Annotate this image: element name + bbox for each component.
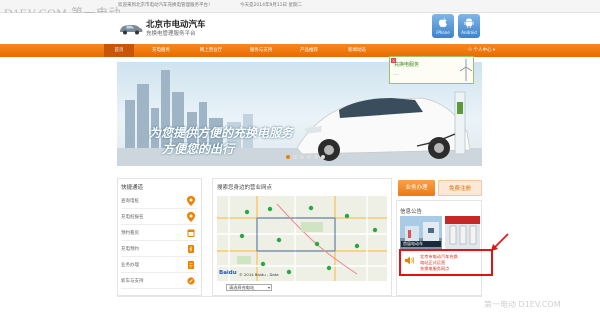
- user-center-label: 个人中心: [473, 48, 492, 53]
- quick-access-title: 快捷通道: [121, 185, 144, 191]
- footer-divider: [117, 296, 482, 297]
- slide-dot[interactable]: [321, 155, 325, 159]
- apple-icon: [438, 17, 447, 28]
- iphone-app-button[interactable]: iPhone: [432, 14, 454, 38]
- banner-subline: 方便您的出行: [162, 142, 235, 156]
- car-logo-icon: [120, 25, 143, 35]
- nav-charging-service[interactable]: 充电服务: [142, 44, 180, 57]
- chevron-down-icon: ▾: [267, 285, 270, 290]
- news-photo-secondary[interactable]: [445, 216, 480, 249]
- map-panel-title: 搜索您身边的营业网点: [217, 185, 273, 191]
- nav-products[interactable]: 产品推荐: [290, 44, 328, 57]
- quick-item-label: 查询电桩: [121, 199, 139, 204]
- android-label: Android: [461, 30, 477, 35]
- wind-turbine-icon: [460, 59, 472, 81]
- charging-plug-icon: [188, 245, 194, 253]
- nav-online-hall[interactable]: 网上营业厅: [190, 44, 232, 57]
- wrench-icon: [187, 277, 195, 285]
- main-nav: 首页 充电服务 网上营业厅 服务与支持 产品推荐 新闻动态 ⚇ 个人中心 ▾: [0, 44, 600, 57]
- quick-item[interactable]: 预约看房: [121, 226, 197, 241]
- header: [0, 13, 600, 44]
- news-photo-caption: 首届电动车: [401, 241, 441, 247]
- site-logo[interactable]: 北京市电动汽车 充换电管理服务平台: [118, 16, 226, 40]
- quick-item-label: 业务办理: [121, 263, 139, 268]
- banner-headline: 为您提供方便的充换电服务: [149, 126, 294, 140]
- floating-ad-line2: ...: [394, 71, 399, 77]
- android-icon: [464, 18, 474, 28]
- highlight-box: [399, 249, 493, 276]
- business-handling-button[interactable]: 业务办理: [398, 180, 435, 196]
- quick-item[interactable]: 业务办理: [121, 258, 197, 273]
- annotation-arrow-icon: [491, 233, 509, 251]
- android-app-button[interactable]: Android: [458, 14, 480, 38]
- slide-dot[interactable]: [307, 155, 311, 159]
- welcome-text: 欢迎来到北京市电动汽车充换电管理服务平台！: [118, 3, 213, 8]
- map-tiles: [217, 196, 387, 281]
- document-icon: [188, 261, 194, 269]
- quick-item[interactable]: 充电预约: [121, 242, 197, 257]
- station-select-value: 请选择充电站: [229, 285, 255, 290]
- station-select[interactable]: 请选择充电站 ▾: [226, 284, 272, 291]
- page: 欢迎来到北京市电动汽车充换电管理服务平台！ 今天是2014年9月11日 星期二 …: [0, 0, 600, 317]
- quick-item[interactable]: 充电桩报名: [121, 210, 197, 225]
- slide-dot[interactable]: [293, 155, 297, 159]
- station-map[interactable]: Baidu © 2014 Baidu - Data: [217, 196, 387, 281]
- map-pin-icon: [187, 212, 195, 222]
- news-title: 信息公告: [400, 209, 423, 215]
- nav-service-support[interactable]: 服务与支持: [240, 44, 282, 57]
- quick-item-label: 充电桩报名: [121, 215, 144, 220]
- floating-ad[interactable]: × 充换电服务 ...: [389, 56, 474, 84]
- map-copyright: © 2014 Baidu - Data: [239, 272, 279, 277]
- date-text: 今天是2014年9月11日 星期二: [240, 3, 302, 8]
- map-pin-icon: [187, 196, 195, 206]
- quick-item[interactable]: 新车与支持: [121, 274, 197, 289]
- watermark-bottom-right: 第一电动 D1EV.COM: [484, 300, 561, 309]
- nav-news[interactable]: 新闻动态: [338, 44, 376, 57]
- iphone-label: iPhone: [436, 30, 450, 35]
- chevron-down-icon: ▾: [491, 48, 496, 53]
- free-register-button[interactable]: 免费注册: [438, 180, 482, 196]
- station-photo-image: [445, 216, 480, 249]
- nav-home[interactable]: 首页: [104, 44, 134, 57]
- floating-ad-line1: 充换电服务: [394, 62, 420, 68]
- quick-item-label: 充电预约: [121, 247, 139, 252]
- slide-dot[interactable]: [286, 155, 290, 159]
- quick-item[interactable]: 查询电桩: [121, 194, 197, 209]
- quick-item-label: 新车与支持: [121, 279, 144, 284]
- calendar-icon: [187, 229, 195, 237]
- logo-subtitle: 充换电管理服务平台: [146, 31, 196, 37]
- baidu-map-logo: Baidu: [219, 270, 237, 276]
- quick-item-label: 预约看房: [121, 231, 139, 236]
- slide-dot[interactable]: [314, 155, 318, 159]
- slide-dot[interactable]: [300, 155, 304, 159]
